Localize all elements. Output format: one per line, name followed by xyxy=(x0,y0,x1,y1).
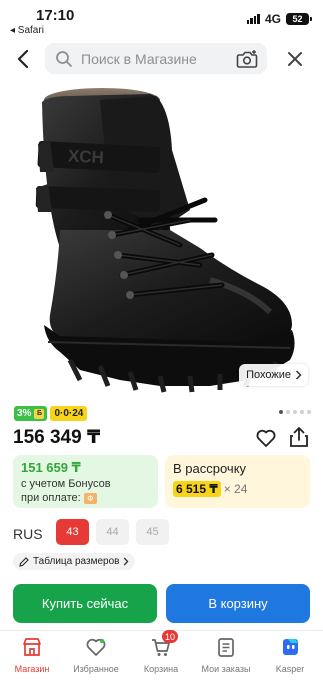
installment-badge: 0·0·24 xyxy=(50,406,88,421)
orders-icon xyxy=(213,635,239,659)
product-badges: 3% Б 0·0·24 xyxy=(14,406,88,421)
cart-icon: 10 xyxy=(148,630,179,659)
chevron-right-icon xyxy=(124,557,129,566)
tab-cart[interactable]: 10 Корзина xyxy=(129,630,193,674)
search-header xyxy=(0,42,323,76)
status-bar: 17:10 ◂ Safari 4G 52 xyxy=(0,0,323,40)
tab-shop-label: Магазин xyxy=(14,664,50,674)
search-box[interactable] xyxy=(45,43,267,74)
camera-icon xyxy=(236,50,258,68)
tab-orders[interactable]: Мои заказы xyxy=(194,635,258,674)
back-to-safari-link[interactable]: ◂ Safari xyxy=(10,25,44,36)
favorite-button[interactable] xyxy=(255,427,277,449)
heart-icon xyxy=(256,429,276,447)
bottom-tab-bar: Магазин Избранное 10 Корзина Мои заказы … xyxy=(0,630,323,699)
kasper-icon xyxy=(277,635,303,659)
boot-brand-logo: XCH xyxy=(68,146,105,167)
size-option-44[interactable]: 44 xyxy=(96,519,129,545)
tab-kasper[interactable]: Kasper xyxy=(258,635,322,674)
similar-label: Похожие xyxy=(246,369,291,381)
bonus-price-card[interactable]: 151 659 ₸ с учетом Бонусов при оплате: Ф xyxy=(13,455,158,508)
status-indicators: 4G 52 xyxy=(246,12,312,26)
installment-title: В рассрочку xyxy=(173,461,247,476)
cart-count-badge: 10 xyxy=(162,630,179,643)
shop-icon xyxy=(19,635,45,659)
product-image[interactable]: XCH xyxy=(0,80,323,398)
bonus-price: 151 659 ₸ xyxy=(21,460,81,475)
network-type: 4G xyxy=(264,12,281,26)
image-pager xyxy=(279,410,311,414)
search-icon xyxy=(55,50,73,68)
size-option-43[interactable]: 43 xyxy=(56,519,89,545)
bonus-description-2: при оплате: Ф xyxy=(21,492,150,504)
chevron-right-icon xyxy=(295,370,302,380)
pager-dot xyxy=(307,410,311,414)
chevron-left-icon xyxy=(17,49,29,69)
signal-icon xyxy=(246,14,260,24)
pencil-ruler-icon xyxy=(19,556,29,567)
buy-now-button[interactable]: Купить сейчас xyxy=(13,584,157,623)
pager-dot xyxy=(293,410,297,414)
tab-orders-label: Мои заказы xyxy=(201,664,251,674)
size-table-button[interactable]: Таблица размеров xyxy=(13,553,136,570)
back-button[interactable] xyxy=(10,46,36,72)
share-icon xyxy=(290,427,308,447)
status-time: 17:10 xyxy=(36,7,75,24)
tab-cart-label: Корзина xyxy=(143,664,179,674)
size-system-label: RUS xyxy=(13,526,43,542)
pager-dot xyxy=(286,410,290,414)
bonus-coin-icon: Б xyxy=(34,408,45,419)
installment-monthly: 6 515 ₸ xyxy=(173,481,221,497)
add-to-cart-button[interactable]: В корзину xyxy=(166,584,310,623)
bonus-chip-icon: Ф xyxy=(83,492,97,504)
close-icon xyxy=(288,52,302,66)
close-button[interactable] xyxy=(283,47,307,71)
installment-row: 6 515 ₸ × 24 xyxy=(173,481,302,497)
tab-favorites-label: Избранное xyxy=(73,664,119,674)
tab-shop[interactable]: Магазин xyxy=(0,635,64,674)
size-table-label: Таблица размеров xyxy=(33,556,120,567)
boot-image: XCH xyxy=(35,88,295,393)
size-option-45[interactable]: 45 xyxy=(136,519,169,545)
tab-kasper-label: Kasper xyxy=(275,664,305,674)
cashback-badge: 3% Б xyxy=(14,406,48,421)
battery-icon: 52 xyxy=(286,13,312,25)
pager-dot xyxy=(279,410,283,414)
product-price: 156 349 ₸ xyxy=(13,427,101,448)
share-button[interactable] xyxy=(288,425,310,449)
installment-months: × 24 xyxy=(223,482,248,496)
installment-card[interactable]: В рассрочку 6 515 ₸ × 24 xyxy=(165,455,310,508)
similar-button[interactable]: Похожие xyxy=(239,364,308,386)
search-input[interactable] xyxy=(81,50,226,67)
tab-favorites[interactable]: Избранное xyxy=(64,635,128,674)
camera-search-button[interactable] xyxy=(235,47,259,71)
pager-dot xyxy=(300,410,304,414)
heart-icon xyxy=(83,635,109,659)
bonus-description-1: с учетом Бонусов xyxy=(21,478,111,490)
